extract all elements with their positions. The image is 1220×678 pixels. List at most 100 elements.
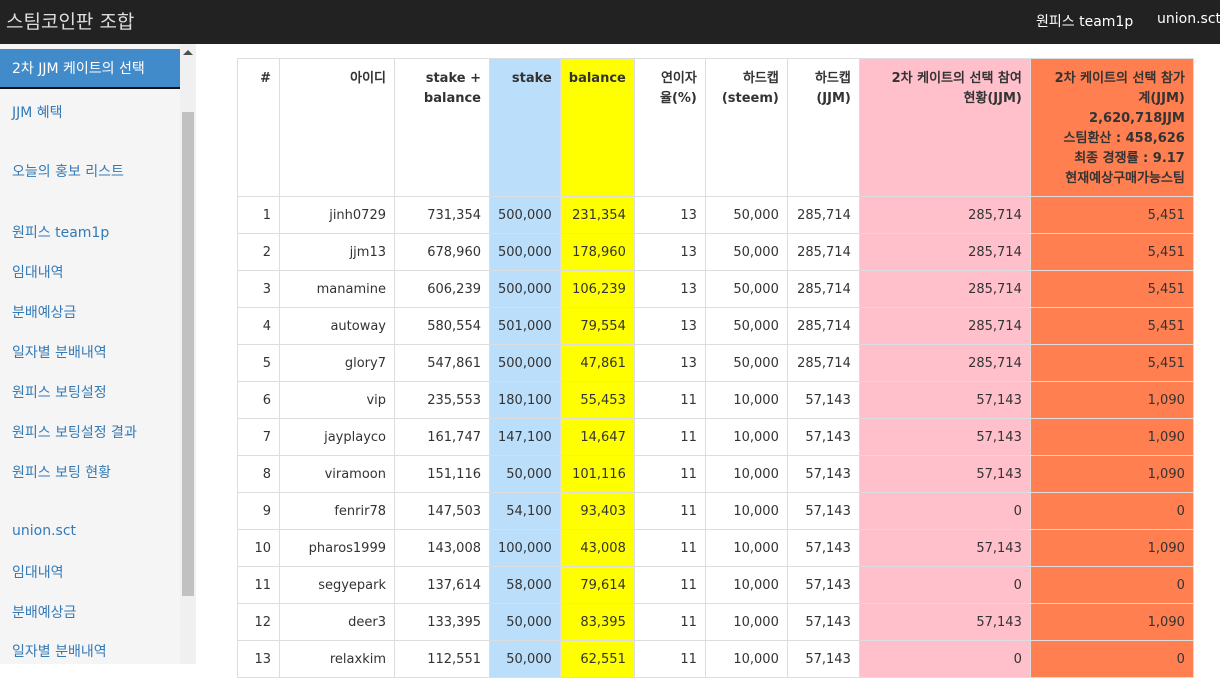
cell-id: deer3 (279, 603, 395, 641)
cell-stake: 500,000 (489, 344, 561, 382)
cell-participation: 57,143 (858, 455, 1031, 493)
cell-id: jinh0729 (279, 196, 395, 234)
cell-stake: 50,000 (489, 603, 561, 641)
cell-expected-steem: 5,451 (1029, 270, 1194, 308)
cell-rank: 5 (237, 344, 280, 382)
cell-balance: 79,554 (559, 307, 635, 345)
cell-interest-rate: 11 (633, 529, 706, 567)
nav-link-team1p[interactable]: 원피스 team1p (1036, 11, 1133, 31)
cell-stake: 50,000 (489, 455, 561, 493)
cell-expected-steem: 5,451 (1029, 196, 1194, 234)
sidebar: 2차 JJM 케이트의 선택 JJM 혜택 오늘의 홍보 리스트 원피스 tea… (0, 44, 196, 664)
cell-stake-plus-balance: 161,747 (394, 418, 490, 456)
cell-hardcap-jjm: 57,143 (786, 603, 860, 641)
cell-hardcap-jjm: 57,143 (786, 455, 860, 493)
table-row: 1 jinh0729 731,354 500,000 231,354 13 50,000 28… (237, 196, 1194, 234)
header-participation-total: 2차 케이트의 선택 참가 계(JJM) 2,620,718JJM 스팀환산 :… (1029, 58, 1194, 197)
cell-stake: 180,100 (489, 381, 561, 419)
brand-title[interactable]: 스팀코인판 조합 (6, 7, 134, 34)
cell-stake-plus-balance: 143,008 (394, 529, 490, 567)
cell-balance: 62,551 (559, 640, 635, 678)
cell-hardcap-jjm: 57,143 (786, 529, 860, 567)
cell-id: segyepark (279, 566, 395, 604)
cell-interest-rate: 11 (633, 566, 706, 604)
sidebar-item-jjm-benefits[interactable]: JJM 혜택 (0, 102, 180, 122)
table-row: 10 pharos1999 143,008 100,000 43,008 11 10,000… (237, 529, 1194, 567)
sidebar-item-union-sct[interactable]: union.sct (0, 523, 180, 539)
header-stake: stake (489, 58, 561, 197)
cell-hardcap-jjm: 285,714 (786, 307, 860, 345)
cell-stake-plus-balance: 147,503 (394, 492, 490, 530)
sidebar-item-jjm-kate-choice[interactable]: 2차 JJM 케이트의 선택 (0, 49, 180, 89)
cell-hardcap-jjm: 57,143 (786, 566, 860, 604)
cell-participation: 285,714 (858, 344, 1031, 382)
cell-rank: 7 (237, 418, 280, 456)
cell-hardcap-steem: 10,000 (704, 418, 788, 456)
table-row: 2 jjm13 678,960 500,000 178,960 13 50,000 285,7… (237, 233, 1194, 271)
cell-hardcap-jjm: 285,714 (786, 270, 860, 308)
cell-hardcap-steem: 10,000 (704, 455, 788, 493)
cell-hardcap-jjm: 57,143 (786, 492, 860, 530)
sidebar-item-union-daily-payout[interactable]: 일자별 분배내역 (0, 641, 180, 661)
sidebar-item-voting-results[interactable]: 원피스 보팅설정 결과 (0, 422, 180, 442)
cell-hardcap-steem: 50,000 (704, 270, 788, 308)
cell-rank: 11 (237, 566, 280, 604)
cell-participation: 285,714 (858, 233, 1031, 271)
cell-balance: 93,403 (559, 492, 635, 530)
cell-stake-plus-balance: 133,395 (394, 603, 490, 641)
cell-expected-steem: 0 (1029, 640, 1194, 678)
cell-hardcap-steem: 10,000 (704, 529, 788, 567)
sidebar-item-voting-status[interactable]: 원피스 보팅 현황 (0, 462, 180, 482)
cell-participation: 57,143 (858, 603, 1031, 641)
cell-balance: 101,116 (559, 455, 635, 493)
cell-hardcap-steem: 10,000 (704, 566, 788, 604)
cell-participation: 57,143 (858, 418, 1031, 456)
cell-balance: 55,453 (559, 381, 635, 419)
cell-stake: 100,000 (489, 529, 561, 567)
table-row: 13 relaxkim 112,551 50,000 62,551 11 10,000 57,… (237, 640, 1194, 678)
cell-interest-rate: 13 (633, 270, 706, 308)
cell-stake-plus-balance: 137,614 (394, 566, 490, 604)
cell-id: fenrir78 (279, 492, 395, 530)
cell-stake-plus-balance: 235,553 (394, 381, 490, 419)
cell-hardcap-jjm: 285,714 (786, 344, 860, 382)
cell-id: autoway (279, 307, 395, 345)
sidebar-item-team1p[interactable]: 원피스 team1p (0, 222, 180, 242)
cell-balance: 106,239 (559, 270, 635, 308)
sidebar-item-union-expected-payout[interactable]: 분배예상금 (0, 602, 180, 622)
sidebar-item-lease-history[interactable]: 임대내역 (0, 262, 180, 282)
cell-hardcap-steem: 10,000 (704, 381, 788, 419)
nav-link-union-sct[interactable]: union.sct (1157, 11, 1220, 27)
sidebar-item-daily-payout[interactable]: 일자별 분배내역 (0, 342, 180, 362)
cell-rank: 4 (237, 307, 280, 345)
top-navbar: 스팀코인판 조합 원피스 team1p union.sct (0, 0, 1220, 44)
cell-balance: 178,960 (559, 233, 635, 271)
cell-rank: 3 (237, 270, 280, 308)
cell-interest-rate: 13 (633, 307, 706, 345)
cell-rank: 1 (237, 196, 280, 234)
sidebar-item-expected-payout[interactable]: 분배예상금 (0, 302, 180, 322)
table-row: 3 manamine 606,239 500,000 106,239 13 50,000 28… (237, 270, 1194, 308)
table-row: 7 jayplayco 161,747 147,100 14,647 11 10,000 57… (237, 418, 1194, 456)
sidebar-item-voting-settings[interactable]: 원피스 보팅설정 (0, 382, 180, 402)
cell-hardcap-steem: 50,000 (704, 233, 788, 271)
cell-hardcap-steem: 50,000 (704, 344, 788, 382)
cell-hardcap-steem: 10,000 (704, 640, 788, 678)
cell-interest-rate: 13 (633, 233, 706, 271)
scrollbar-thumb[interactable] (182, 112, 194, 596)
cell-hardcap-jjm: 285,714 (786, 196, 860, 234)
sidebar-item-union-lease-history[interactable]: 임대내역 (0, 562, 180, 582)
header-balance: balance (559, 58, 635, 197)
cell-stake-plus-balance: 547,861 (394, 344, 490, 382)
cell-expected-steem: 1,090 (1029, 381, 1194, 419)
sidebar-item-promo-list[interactable]: 오늘의 홍보 리스트 (0, 161, 180, 181)
cell-id: jayplayco (279, 418, 395, 456)
cell-stake: 50,000 (489, 640, 561, 678)
cell-balance: 43,008 (559, 529, 635, 567)
cell-stake-plus-balance: 678,960 (394, 233, 490, 271)
scroll-up-arrow-icon[interactable] (183, 50, 193, 55)
cell-expected-steem: 1,090 (1029, 529, 1194, 567)
cell-balance: 14,647 (559, 418, 635, 456)
cell-stake-plus-balance: 580,554 (394, 307, 490, 345)
cell-interest-rate: 11 (633, 492, 706, 530)
